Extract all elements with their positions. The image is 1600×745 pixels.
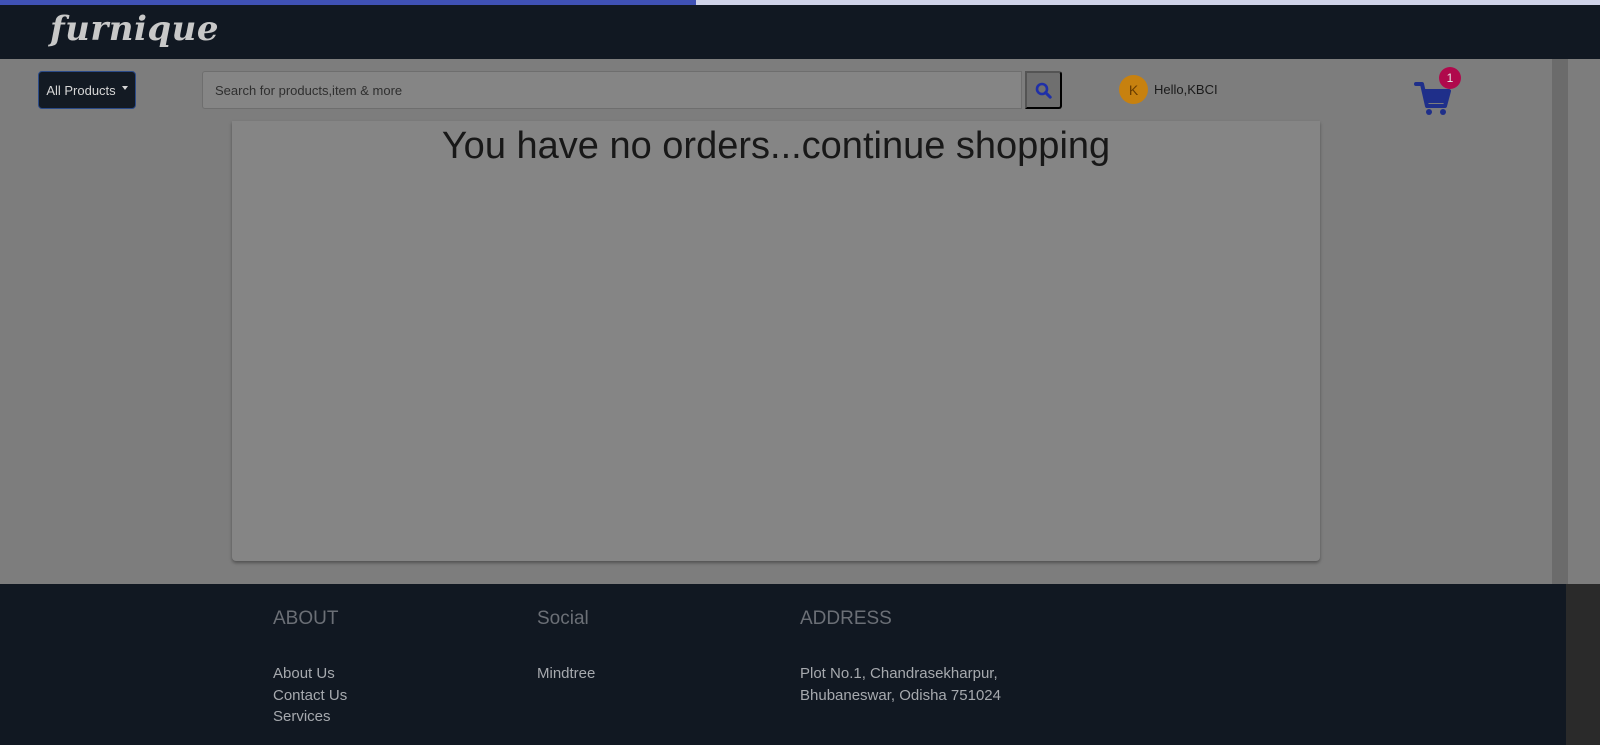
search-input[interactable] xyxy=(202,71,1022,109)
cart-button[interactable]: 1 xyxy=(1414,67,1464,117)
search-button[interactable] xyxy=(1025,71,1062,109)
orders-card: You have no orders...continue shopping xyxy=(232,121,1320,561)
cart-count-badge: 1 xyxy=(1439,67,1461,89)
page: furnique All Products K Hello,KBCI 1 xyxy=(0,0,1600,745)
footer-about-title: ABOUT xyxy=(273,608,339,629)
all-products-label: All Products xyxy=(46,82,116,98)
footer-address-line-2: Bhubaneswar, Odisha 751024 xyxy=(800,687,1001,704)
right-gutter xyxy=(1552,59,1568,584)
footer-address-column: ADDRESS Plot No.1, Chandrasekharpur, Bhu… xyxy=(800,608,1001,707)
footer-link-mindtree[interactable]: Mindtree xyxy=(537,663,595,685)
search-icon xyxy=(1035,82,1052,99)
main-content: You have no orders...continue shopping xyxy=(0,121,1552,584)
footer-address-title: ADDRESS xyxy=(800,608,892,629)
top-header: furnique xyxy=(0,5,1600,59)
user-greeting: Hello,KBCI xyxy=(1154,82,1218,97)
footer-about-column: ABOUT About Us Contact Us Services xyxy=(273,608,347,728)
footer-address-line-1: Plot No.1, Chandrasekharpur, xyxy=(800,665,998,682)
empty-orders-message: You have no orders...continue shopping xyxy=(441,125,1111,167)
brand-logo[interactable]: furnique xyxy=(50,9,219,49)
footer-link-services[interactable]: Services xyxy=(273,706,347,728)
footer-link-about-us[interactable]: About Us xyxy=(273,663,347,685)
all-products-dropdown[interactable]: All Products xyxy=(38,71,136,109)
footer-edge xyxy=(1566,584,1600,745)
avatar: K xyxy=(1119,75,1148,104)
caret-down-icon xyxy=(121,86,128,90)
footer-social-title: Social xyxy=(537,608,589,629)
scrollbar[interactable] xyxy=(1568,59,1600,584)
footer-link-contact-us[interactable]: Contact Us xyxy=(273,685,347,707)
footer-social-column: Social Mindtree xyxy=(537,608,595,685)
secondary-navbar: All Products K Hello,KBCI 1 xyxy=(0,59,1568,121)
footer: ABOUT About Us Contact Us Services Socia… xyxy=(0,584,1566,745)
user-menu[interactable]: K Hello,KBCI xyxy=(1119,75,1218,104)
